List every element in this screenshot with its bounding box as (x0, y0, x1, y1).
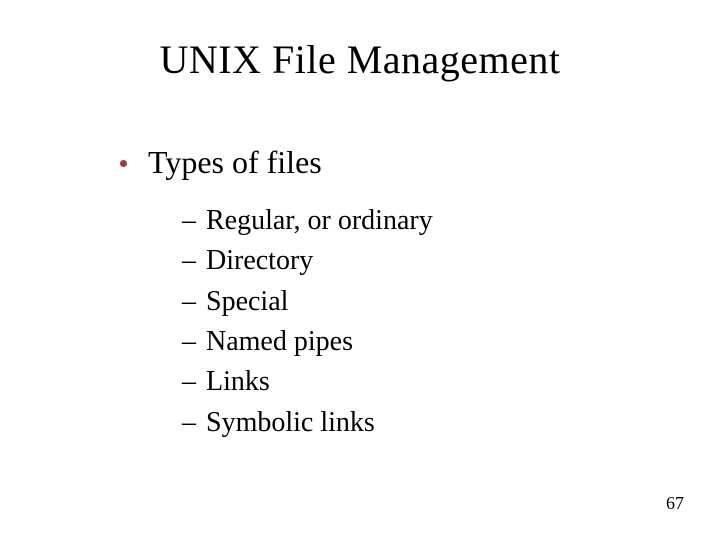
item-text: Directory (206, 245, 313, 276)
bullet-icon (120, 140, 148, 185)
level2-list: –Regular, or ordinary –Directory –Specia… (182, 203, 660, 441)
dash-icon: – (182, 243, 206, 279)
content-area: Types of files –Regular, or ordinary –Di… (120, 140, 660, 445)
list-item: –Symbolic links (182, 405, 660, 441)
page-number: 67 (666, 493, 684, 514)
item-text: Special (206, 286, 288, 317)
level1-text: Types of files (148, 144, 322, 180)
dash-icon: – (182, 284, 206, 320)
slide: UNIX File Management Types of files –Reg… (0, 0, 720, 540)
item-text: Named pipes (206, 326, 353, 357)
dash-icon: – (182, 324, 206, 360)
item-text: Symbolic links (206, 407, 375, 438)
list-item: –Regular, or ordinary (182, 203, 660, 239)
dash-icon: – (182, 364, 206, 400)
dash-icon: – (182, 203, 206, 239)
bullet-level1: Types of files (120, 140, 660, 185)
list-item: –Directory (182, 243, 660, 279)
list-item: –Special (182, 284, 660, 320)
dash-icon: – (182, 405, 206, 441)
item-text: Regular, or ordinary (206, 205, 433, 236)
list-item: –Links (182, 364, 660, 400)
slide-title: UNIX File Management (0, 36, 720, 83)
list-item: –Named pipes (182, 324, 660, 360)
item-text: Links (206, 366, 270, 397)
